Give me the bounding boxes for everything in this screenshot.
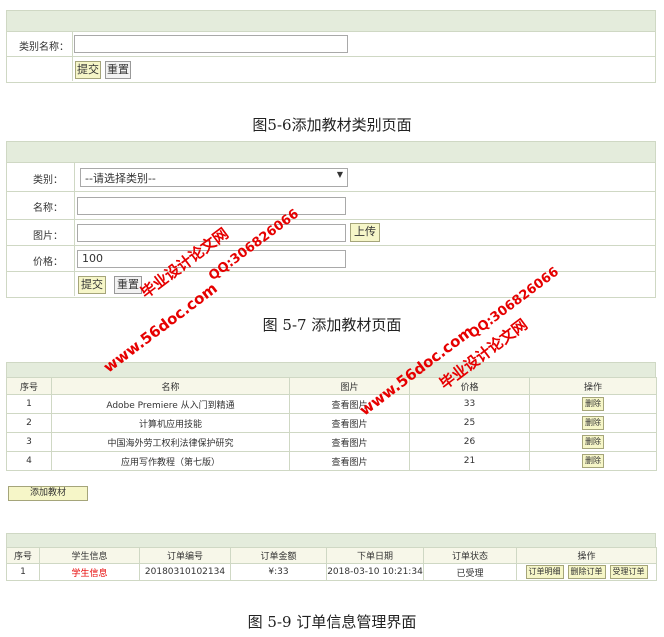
category-form-header (6, 10, 656, 32)
category-form: 类别名称： 提交 重置 (6, 31, 656, 83)
table-row: 2 计算机应用技能 查看图片 25 删除 (6, 413, 657, 433)
col-header: 下单日期 (326, 547, 424, 564)
caption-fig-5-7: 图 5-7 添加教材页面 (262, 316, 402, 334)
order-table: 序号 学生信息 订单编号 订单金额 下单日期 订单状态 操作 1 学生信息 20… (6, 547, 657, 581)
order-detail-button[interactable]: 订单明细 (525, 565, 564, 579)
category-select[interactable]: --请选择类别-- ▼ (80, 168, 348, 187)
col-header: 名称 (51, 377, 290, 395)
table-row: 1 学生信息 20180310102134 ¥:33 2018-03-10 10… (6, 563, 657, 581)
delete-button[interactable]: 删除 (582, 454, 604, 468)
submit-button[interactable]: 提交 (75, 61, 101, 79)
reset-button[interactable]: 重置 (105, 61, 131, 79)
col-header: 学生信息 (39, 547, 140, 564)
col-header: 订单金额 (230, 547, 327, 564)
delete-button[interactable]: 删除 (582, 416, 604, 430)
table-row: 3 中国海外劳工权利法律保护研究 查看图片 26 删除 (6, 432, 657, 452)
delete-button[interactable]: 删除 (582, 397, 604, 411)
col-header: 序号 (6, 547, 40, 564)
delete-button[interactable]: 删除 (582, 435, 604, 449)
col-header: 操作 (529, 377, 657, 395)
submit-button[interactable]: 提交 (78, 276, 106, 294)
add-book-button[interactable]: 添加教材 (8, 486, 88, 501)
col-header: 操作 (516, 547, 657, 564)
price-label: 价格： (33, 257, 63, 268)
category-name-label: 类别名称： (19, 42, 69, 53)
view-image-link[interactable]: 查看图片 (289, 451, 410, 471)
upload-button[interactable]: 上传 (350, 223, 380, 242)
name-label: 名称： (33, 203, 63, 214)
image-label: 图片： (33, 231, 63, 242)
accept-order-button[interactable]: 受理订单 (609, 565, 648, 579)
delete-order-button[interactable]: 删除订单 (567, 565, 606, 579)
caption-fig-5-6: 图5-6添加教材类别页面 (252, 116, 412, 134)
order-table-header-bar (6, 533, 656, 548)
col-header: 序号 (6, 377, 52, 395)
table-row: 4 应用写作教程（第七版） 查看图片 21 删除 (6, 451, 657, 471)
category-name-input[interactable] (74, 35, 348, 53)
category-select-value: --请选择类别-- (85, 172, 156, 185)
table-row: 1 Adobe Premiere 从入门到精通 查看图片 33 删除 (6, 394, 657, 414)
category-label: 类别： (33, 175, 63, 186)
view-image-link[interactable]: 查看图片 (289, 432, 410, 452)
view-image-link[interactable]: 查看图片 (289, 413, 410, 433)
book-form-header (6, 141, 656, 163)
col-header: 订单状态 (423, 547, 517, 564)
caption-fig-5-9: 图 5-9 订单信息管理界面 (247, 613, 417, 631)
price-value: 100 (82, 252, 103, 265)
col-header: 订单编号 (139, 547, 231, 564)
col-header: 价格 (409, 377, 530, 395)
name-input[interactable] (77, 197, 346, 215)
book-table: 序号 名称 图片 价格 操作 1 Adobe Premiere 从入门到精通 查… (6, 377, 657, 471)
chevron-down-icon: ▼ (336, 170, 343, 179)
student-info-link[interactable]: 学生信息 (39, 563, 140, 581)
